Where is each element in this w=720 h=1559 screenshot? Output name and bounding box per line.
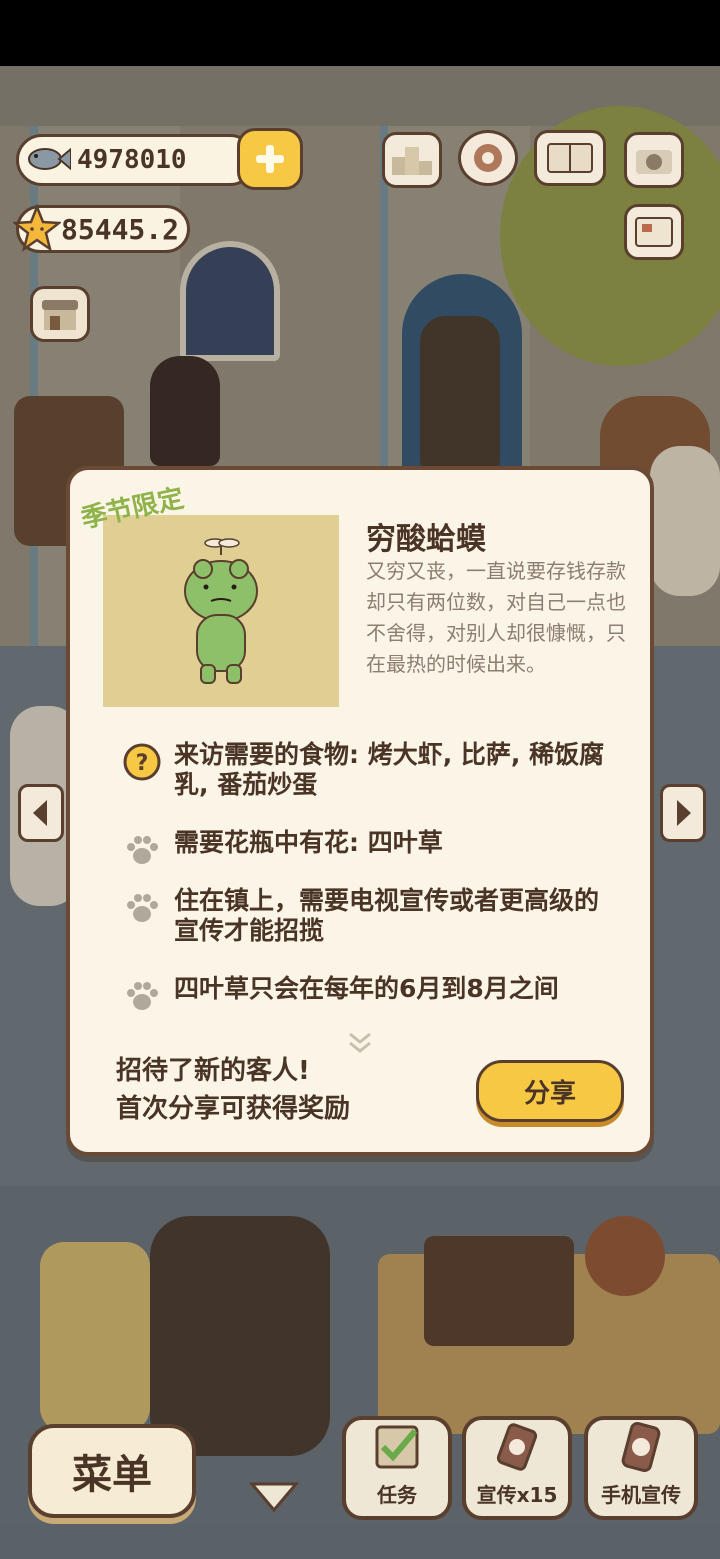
phone-promo-button[interactable]: 手机宣传 xyxy=(584,1416,698,1520)
newspaper-icon[interactable] xyxy=(624,204,684,260)
tasks-button[interactable]: 任务 xyxy=(342,1416,452,1520)
paw-icon xyxy=(120,828,164,872)
requirement-item: 住在镇上，需要电视宣传或者更高级的宣传才能招揽 xyxy=(120,886,620,946)
menu-label: 菜单 xyxy=(72,1452,152,1498)
new-guest-line: 招待了新的客人! xyxy=(116,1056,310,1086)
requirement-text: 四叶草只会在每年的6月到8月之间 xyxy=(174,974,559,1003)
phone-icon xyxy=(621,1421,661,1473)
phone-promo-label: 手机宣传 xyxy=(601,1483,681,1507)
requirement-text: 住在镇上，需要电视宣传或者更高级的宣传才能招揽 xyxy=(174,886,600,945)
collapse-arrow-icon[interactable] xyxy=(248,1478,300,1514)
checklist-icon xyxy=(375,1425,419,1469)
fish-icon xyxy=(28,147,71,171)
shop-icon[interactable] xyxy=(30,286,90,342)
paw-icon xyxy=(120,886,164,930)
svg-text:?: ? xyxy=(136,751,149,776)
add-fish-button[interactable] xyxy=(237,128,303,190)
promo-label: 宣传x15 xyxy=(476,1483,558,1507)
tasks-label: 任务 xyxy=(377,1483,417,1507)
next-arrow-button[interactable] xyxy=(660,784,706,842)
guest-portrait xyxy=(103,515,339,707)
share-button[interactable]: 分享 xyxy=(476,1060,624,1122)
camera-icon[interactable] xyxy=(624,132,684,188)
question-icon: ? xyxy=(120,740,164,784)
status-bar xyxy=(0,0,720,66)
star-icon xyxy=(13,204,61,252)
guest-name: 穷酸蛤蟆 xyxy=(366,522,486,557)
promo-card-icon xyxy=(496,1423,538,1471)
chevron-left-icon xyxy=(33,800,47,826)
promo-button[interactable]: 宣传x15 xyxy=(462,1416,572,1520)
requirement-text: 来访需要的食物: 烤大虾, 比萨, 稀饭腐乳, 番茄炒蛋 xyxy=(174,740,605,799)
fish-currency: 4978010 xyxy=(16,134,256,186)
share-reward-line: 首次分享可获得奖励 xyxy=(116,1094,351,1124)
new-guest-message: 招待了新的客人! 首次分享可获得奖励 xyxy=(116,1052,350,1128)
plus-icon xyxy=(256,145,284,173)
requirement-item: 四叶草只会在每年的6月到8月之间 xyxy=(120,974,620,1013)
requirement-text: 需要花瓶中有花: 四叶草 xyxy=(174,828,443,857)
album-icon[interactable] xyxy=(534,130,606,186)
scroll-down-chevron-icon xyxy=(349,1032,371,1053)
settings-icon[interactable] xyxy=(458,130,518,186)
ranking-icon[interactable] xyxy=(382,132,442,188)
guest-description: 又穷又丧，一直说要存钱存款却只有两位数，对自己一点也不舍得，对别人却很慷慨，只在… xyxy=(366,559,626,676)
star-currency: 85445.2 xyxy=(13,204,190,253)
menu-button[interactable]: 菜单 xyxy=(28,1424,196,1518)
requirement-item: ? 来访需要的食物: 烤大虾, 比萨, 稀饭腐乳, 番茄炒蛋 xyxy=(120,740,620,800)
frog-illustration xyxy=(184,538,258,684)
requirements-list[interactable]: ? 来访需要的食物: 烤大虾, 比萨, 稀饭腐乳, 番茄炒蛋 需要花瓶中有花: … xyxy=(110,730,630,1013)
requirement-item: 需要花瓶中有花: 四叶草 xyxy=(120,828,620,872)
fish-count: 4978010 xyxy=(77,145,187,175)
chevron-right-icon xyxy=(677,800,691,826)
prev-arrow-button[interactable] xyxy=(18,784,64,842)
star-count: 85445.2 xyxy=(61,212,180,246)
paw-icon xyxy=(120,974,164,1013)
